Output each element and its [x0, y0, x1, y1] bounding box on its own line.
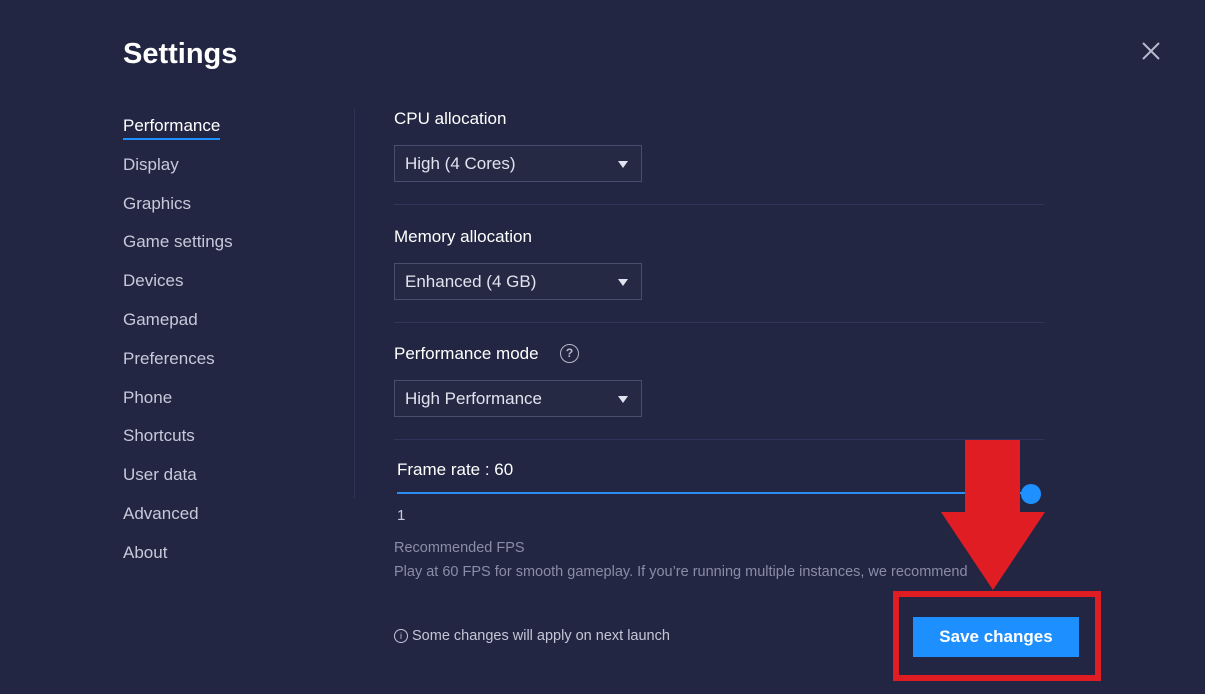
frame-rate-min-label: 1 [397, 507, 406, 524]
sidebar-item-label: Display [123, 154, 179, 174]
sidebar-item-label: Gamepad [123, 309, 198, 329]
sidebar-item-devices[interactable]: Devices [123, 269, 323, 308]
sidebar-item-shortcuts[interactable]: Shortcuts [123, 424, 323, 463]
sidebar-item-label: Devices [123, 271, 184, 291]
memory-allocation-select[interactable]: Enhanced (4 GB) [394, 263, 642, 300]
help-icon[interactable]: ? [560, 344, 579, 363]
sidebar-item-phone[interactable]: Phone [123, 386, 323, 425]
sidebar-item-label: Phone [123, 387, 173, 407]
frame-rate-label: Frame rate : 60 [397, 460, 514, 479]
sidebar-item-gamepad[interactable]: Gamepad [123, 308, 323, 347]
performance-mode-value: High Performance [405, 389, 543, 408]
sidebar-item-label: Preferences [123, 348, 215, 368]
section-divider [394, 204, 1044, 205]
chevron-down-icon [618, 279, 628, 286]
chevron-down-icon [618, 161, 628, 168]
settings-sidebar: Performance Display Graphics Game settin… [123, 114, 323, 580]
close-icon[interactable] [1139, 39, 1163, 63]
performance-mode-select[interactable]: High Performance [394, 380, 642, 417]
cpu-allocation-select[interactable]: High (4 Cores) [394, 145, 642, 182]
performance-mode-label: Performance mode [394, 344, 539, 363]
chevron-down-icon [618, 396, 628, 403]
sidebar-item-user-data[interactable]: User data [123, 463, 323, 502]
highlight-box [893, 591, 1101, 681]
memory-allocation-label: Memory allocation [394, 227, 532, 246]
sidebar-item-label: Advanced [123, 503, 199, 523]
cpu-allocation-label: CPU allocation [394, 109, 507, 128]
restart-note: i Some changes will apply on next launch [394, 628, 670, 644]
sidebar-item-label: Performance [123, 114, 221, 140]
sidebar-item-label: Graphics [123, 193, 192, 213]
recommended-fps-text: Play at 60 FPS for smooth gameplay. If y… [394, 564, 968, 580]
sidebar-item-performance[interactable]: Performance [123, 114, 323, 153]
memory-allocation-value: Enhanced (4 GB) [405, 272, 537, 291]
sidebar-item-display[interactable]: Display [123, 153, 323, 192]
section-divider [394, 322, 1044, 323]
cpu-allocation-value: High (4 Cores) [405, 154, 516, 173]
sidebar-item-graphics[interactable]: Graphics [123, 192, 323, 231]
restart-note-text: Some changes will apply on next launch [412, 628, 670, 644]
frame-rate-slider-track[interactable] [397, 492, 1031, 494]
sidebar-item-about[interactable]: About [123, 541, 323, 580]
sidebar-item-preferences[interactable]: Preferences [123, 347, 323, 386]
sidebar-item-label: Game settings [123, 232, 233, 252]
sidebar-item-label: Shortcuts [123, 426, 195, 446]
sidebar-item-label: User data [123, 465, 197, 485]
sidebar-divider [354, 108, 355, 498]
red-arrow-icon [941, 440, 1045, 590]
sidebar-item-advanced[interactable]: Advanced [123, 502, 323, 541]
sidebar-item-label: About [123, 542, 168, 562]
sidebar-item-game-settings[interactable]: Game settings [123, 230, 323, 269]
page-title: Settings [123, 38, 238, 70]
recommended-fps-title: Recommended FPS [394, 540, 525, 556]
info-icon: i [394, 629, 408, 643]
